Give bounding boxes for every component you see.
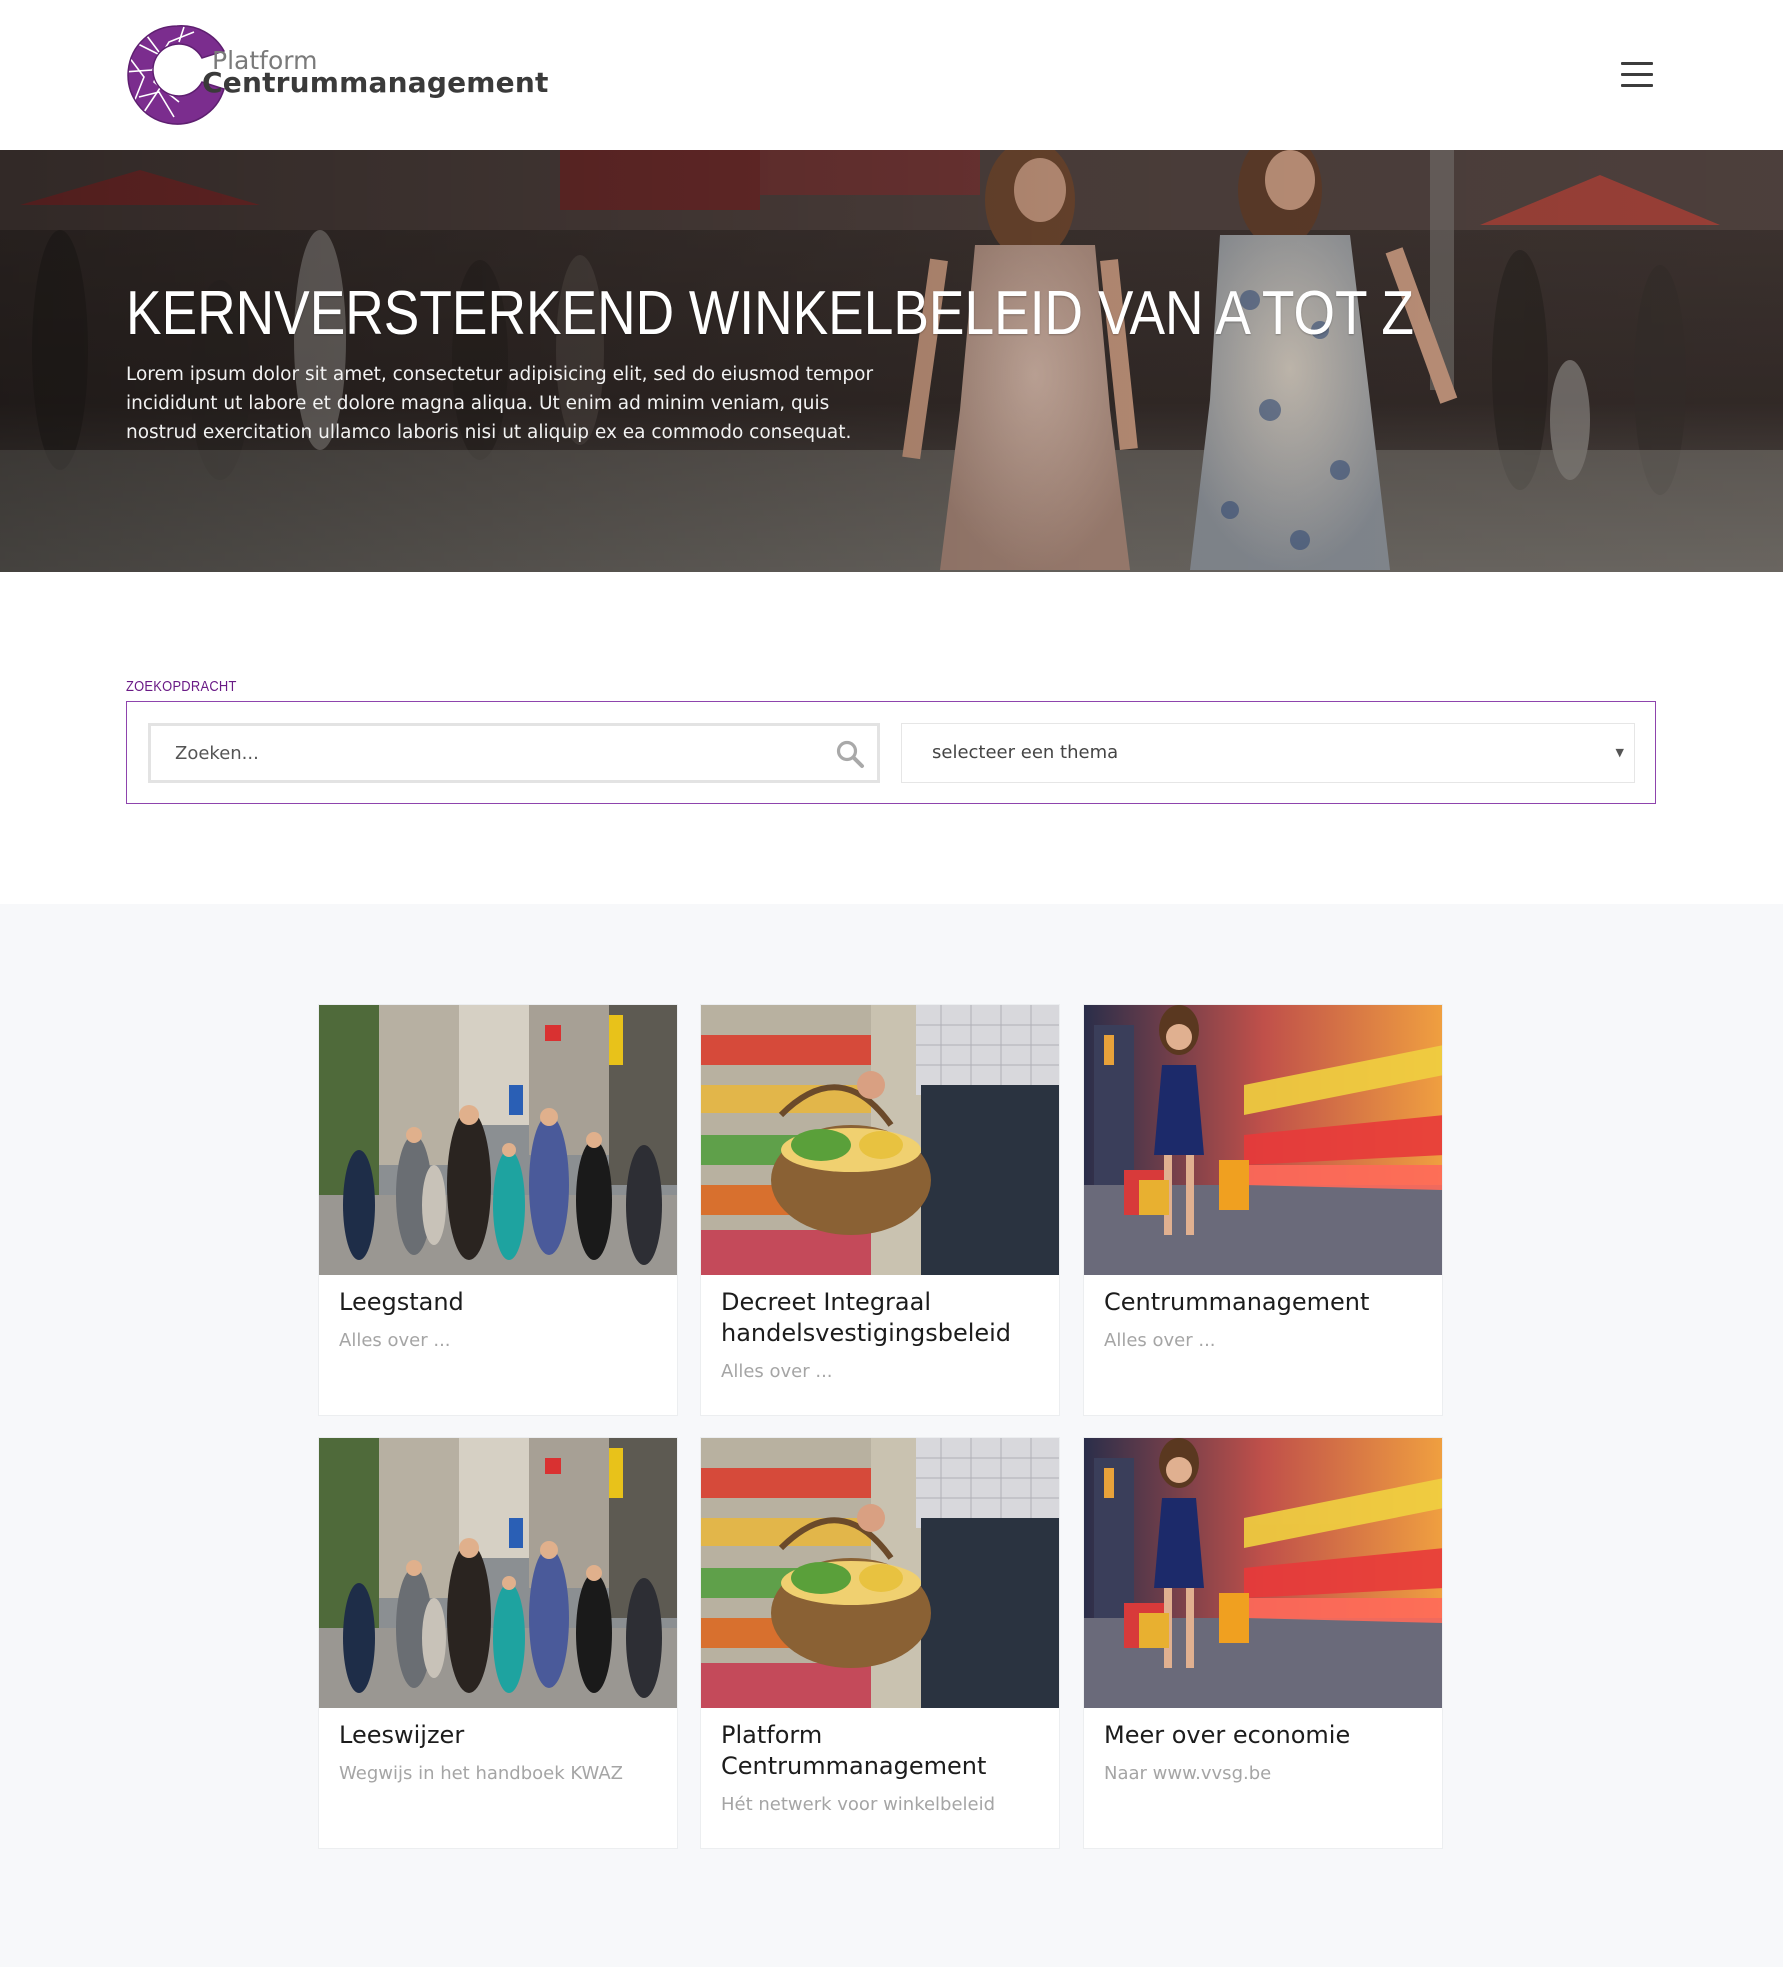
card-subtitle: Wegwijs in het handboek KWAZ [339, 1763, 624, 1784]
search-input[interactable] [151, 726, 877, 780]
card-subtitle: Hét netwerk voor winkelbeleid [721, 1794, 996, 1815]
card-title: Centrummanagement [1104, 1288, 1370, 1316]
caret-down-icon: ▼ [1615, 746, 1624, 759]
logo-text-main: Centrummanagement [202, 66, 549, 99]
card-subtitle: Naar www.vvsg.be [1104, 1763, 1272, 1784]
card-meer-over-economie[interactable]: Meer over economie Naar www.vvsg.be [1083, 1437, 1443, 1849]
card-subtitle: Alles over ... [339, 1330, 451, 1351]
search-form: selecteer een thema ▼ [126, 701, 1656, 804]
hamburger-menu-icon[interactable] [1621, 62, 1653, 88]
shopping-street-photo [319, 1438, 677, 1708]
card-title: Leeswijzer [339, 1721, 465, 1749]
search-icon[interactable] [835, 739, 865, 769]
card-title: Decreet Integraal handelsvestigingsbelei… [721, 1288, 1012, 1347]
theme-select-value: selecteer een thema [932, 742, 1119, 763]
hero-description: Lorem ipsum dolor sit amet, consectetur … [126, 364, 874, 443]
card-subtitle: Alles over ... [1104, 1330, 1216, 1351]
search-field-wrapper [148, 723, 880, 783]
theme-select[interactable]: selecteer een thema ▼ [901, 723, 1635, 783]
card-subtitle: Alles over ... [721, 1361, 833, 1382]
card-title: Leegstand [339, 1288, 464, 1316]
site-logo[interactable]: Platform Centrummanagement [124, 22, 548, 128]
grocery-basket-photo [701, 1005, 1059, 1275]
card-title: Platform Centrummanagement [721, 1721, 987, 1780]
woman-shopping-bags-photo [1084, 1438, 1442, 1708]
hero-title: KERNVERSTERKEND WINKELBELEID VAN A TOT Z [126, 279, 1414, 348]
search-section-label: ZOEKOPDRACHT [126, 678, 237, 695]
card-leegstand[interactable]: Leegstand Alles over ... [318, 1004, 678, 1416]
shopping-street-photo [319, 1005, 677, 1275]
site-header: Platform Centrummanagement [0, 0, 1783, 150]
card-platform-centrummanagement[interactable]: Platform Centrummanagement Hét netwerk v… [700, 1437, 1060, 1849]
card-leeswijzer[interactable]: Leeswijzer Wegwijs in het handboek KWAZ [318, 1437, 678, 1849]
card-title: Meer over economie [1104, 1721, 1351, 1749]
theme-cards-section: Leegstand Alles over ... Decreet Integra… [0, 904, 1783, 1967]
grocery-basket-photo [701, 1438, 1059, 1708]
woman-shopping-bags-photo [1084, 1005, 1442, 1275]
card-decreet-integraal-handelsvestigingsbeleid[interactable]: Decreet Integraal handelsvestigingsbelei… [700, 1004, 1060, 1416]
hero-banner: KERNVERSTERKEND WINKELBELEID VAN A TOT Z… [0, 150, 1783, 572]
card-centrummanagement[interactable]: Centrummanagement Alles over ... [1083, 1004, 1443, 1416]
